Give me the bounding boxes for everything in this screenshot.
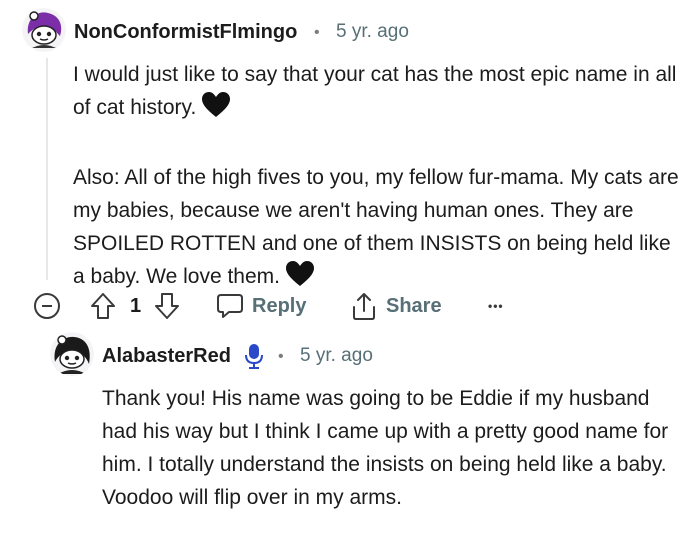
comment-action-bar: 1 Reply Share ••• — [32, 286, 552, 326]
comment-paragraph: Also: All of the high fives to you, my f… — [73, 161, 683, 297]
share-button[interactable]: Share — [350, 286, 442, 326]
share-label: Share — [386, 294, 442, 317]
upvote-icon — [91, 293, 115, 319]
comment-author[interactable]: AlabasterRed — [102, 345, 231, 368]
comment-paragraph: Thank you! His name was going to be Eddi… — [102, 387, 669, 509]
comment-paragraph: I would just like to say that your cat h… — [73, 58, 683, 128]
snoo-avatar-icon — [22, 8, 66, 52]
reply-bubble-icon — [217, 294, 243, 318]
comment-timestamp[interactable]: 5 yr. ago — [300, 345, 373, 367]
downvote-button[interactable] — [154, 286, 180, 326]
more-options-button[interactable]: ••• — [488, 286, 504, 326]
snoo-avatar-icon — [50, 332, 94, 376]
comment-author[interactable]: NonConformistFlmingo — [74, 21, 297, 44]
upvote-button[interactable] — [90, 286, 116, 326]
reply-label: Reply — [252, 294, 307, 317]
thread-line — [46, 58, 48, 280]
heart-emoji — [202, 92, 231, 128]
comment-body: Thank you! His name was going to be Eddi… — [102, 382, 672, 514]
share-icon — [353, 293, 375, 320]
user-avatar[interactable] — [22, 8, 66, 52]
microphone-icon — [244, 343, 264, 369]
vote-count: 1 — [130, 294, 142, 317]
collapse-button[interactable] — [34, 286, 60, 326]
comment-body: I would just like to say that your cat h… — [73, 58, 683, 297]
meta-separator: • — [314, 24, 320, 41]
reply-button[interactable]: Reply — [216, 286, 306, 326]
collapse-icon — [34, 293, 60, 319]
more-dots-icon: ••• — [488, 299, 504, 313]
comment-timestamp[interactable]: 5 yr. ago — [336, 21, 409, 43]
meta-separator: • — [278, 348, 284, 365]
user-avatar[interactable] — [50, 332, 94, 376]
downvote-icon — [155, 293, 179, 319]
